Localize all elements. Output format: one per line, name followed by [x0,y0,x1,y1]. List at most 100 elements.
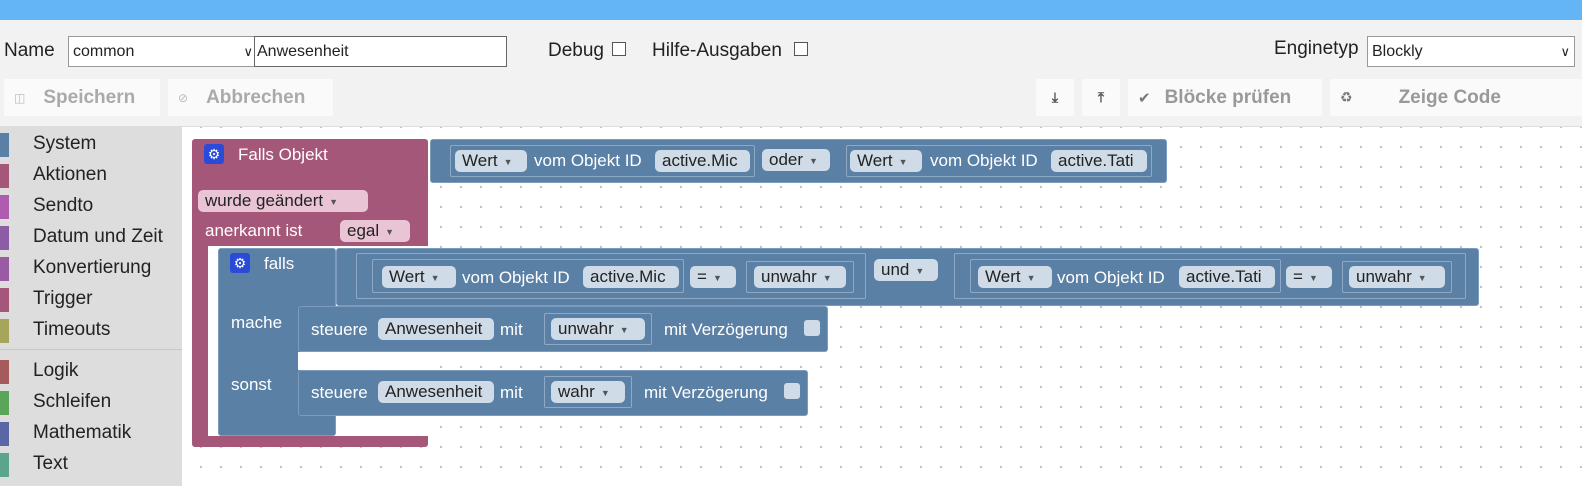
engine-type-select[interactable]: Blockly ∨ [1367,36,1575,67]
name-label: Name [4,40,55,61]
sidebar-item-label: Text [33,453,68,474]
chevron-down-icon: ∨ [1560,43,1570,59]
help-output-checkbox[interactable] [794,42,808,56]
cancel-button[interactable]: ⊘ Abbrechen [168,79,333,116]
compare-op-value: = [697,267,707,286]
cancel-icon: ⊘ [178,90,189,105]
logic-op-dropdown[interactable]: oder ▼ [762,149,830,171]
bool-value: unwahr [1356,267,1412,286]
logic-op-value: und [881,260,910,279]
bool-value: unwahr [761,267,817,286]
show-code-button[interactable]: ♻ Zeige Code [1330,79,1582,116]
trigger-block-title: Falls Objekt [238,145,328,164]
category-color-swatch [0,360,9,384]
sidebar-item-label: Trigger [33,288,93,309]
attr-dropdown[interactable]: Wert ▼ [978,266,1052,288]
delay-label: mit Verzögerung [644,383,768,402]
trigger-change-dropdown[interactable]: wurde geändert ▼ [198,190,368,212]
sidebar-item-system[interactable]: System [0,131,182,159]
bool-dropdown[interactable]: unwahr ▼ [551,318,645,340]
engine-type-label: Enginetyp [1274,38,1359,59]
sidebar-item-konvertierung[interactable]: Konvertierung [0,255,182,283]
sidebar-item-label: Schleifen [33,391,112,412]
category-color-swatch [0,453,9,477]
dropdown-arrow-icon: ▼ [822,272,832,283]
if-else-block-gap [298,352,336,370]
bool-dropdown[interactable]: wahr ▼ [551,381,625,403]
sidebar-item-label: Aktionen [33,164,107,185]
import-button[interactable]: ⤒ [1082,79,1120,116]
object-id-label: vom Objekt ID [534,151,642,170]
sidebar-item-aktionen[interactable]: Aktionen [0,162,182,190]
attr-dropdown[interactable]: Wert ▼ [382,266,456,288]
compare-op-dropdown[interactable]: = ▼ [690,266,736,288]
trigger-change-value: wurde geändert [205,191,324,210]
logic-op-dropdown[interactable]: und ▼ [874,259,938,281]
if-label: falls [264,254,295,273]
delay-checkbox[interactable] [804,320,820,336]
object-id-label: vom Objekt ID [930,151,1038,170]
sidebar-item-label: System [33,133,97,154]
script-name-input[interactable]: Anwesenheit [254,36,507,67]
category-color-swatch [0,288,9,312]
control-label: steuere [311,320,368,339]
sidebar-item-logik[interactable]: Logik [0,358,182,386]
compare-op-dropdown[interactable]: = ▼ [1286,266,1332,288]
gear-icon[interactable]: ⚙ [204,144,224,164]
delay-checkbox[interactable] [784,383,800,399]
target-object-field[interactable]: Anwesenheit [378,381,494,403]
dropdown-arrow-icon: ▼ [915,265,925,276]
script-name-value: Anwesenheit [257,42,349,60]
gear-icon[interactable]: ⚙ [230,253,250,273]
ack-dropdown[interactable]: egal ▼ [340,220,410,242]
attr-value: Wert [462,151,498,170]
object-id-value: active.Mic [590,267,666,286]
cancel-button-label: Abbrechen [206,86,306,108]
export-button[interactable]: ⤓ [1036,79,1074,116]
sidebar-item-timeouts[interactable]: Timeouts [0,317,182,345]
bool-dropdown[interactable]: unwahr ▼ [754,266,846,288]
dropdown-arrow-icon: ▼ [898,156,908,167]
sidebar-item-trigger[interactable]: Trigger [0,286,182,314]
dropdown-arrow-icon: ▼ [1417,272,1427,283]
sidebar-item-label: Konvertierung [33,257,152,278]
attr-dropdown[interactable]: Wert ▼ [455,150,527,172]
sidebar-item-label: Sendto [33,195,94,216]
sidebar-item-schleifen[interactable]: Schleifen [0,389,182,417]
sidebar-item-label: Logik [33,360,79,381]
show-code-label: Zeige Code [1398,86,1501,108]
debug-label: Debug [548,40,604,61]
instance-select[interactable]: common ∨ [68,36,258,67]
sidebar-item-datum-und-zeit[interactable]: Datum und Zeit [0,224,182,252]
object-id-field[interactable]: active.Tati [1051,150,1147,172]
dropdown-arrow-icon: ▼ [503,156,513,167]
save-button[interactable]: ◫ Speichern [4,79,160,116]
instance-select-value: common [73,42,135,60]
with-label: mit [500,383,523,402]
attr-dropdown[interactable]: Wert ▼ [850,150,922,172]
code-icon: ♻ [1340,89,1353,105]
sidebar-item-label: Datum und Zeit [33,226,163,247]
debug-checkbox[interactable] [612,42,626,56]
check-blocks-button[interactable]: ✔ Blöcke prüfen [1128,79,1322,116]
bool-dropdown[interactable]: unwahr ▼ [1349,266,1445,288]
sidebar-item-label: Timeouts [33,319,111,340]
control-label: steuere [311,383,368,402]
sidebar-item-sendto[interactable]: Sendto [0,193,182,221]
object-id-field[interactable]: active.Mic [655,150,750,172]
dropdown-arrow-icon: ▼ [619,324,629,335]
with-label: mit [500,320,523,339]
object-id-field[interactable]: active.Tati [1179,266,1275,288]
logic-op-value: oder [769,150,804,169]
category-color-swatch [0,226,9,250]
sidebar-item-mathematik[interactable]: Mathematik [0,420,182,448]
engine-type-value: Blockly [1372,42,1423,60]
dropdown-arrow-icon: ▼ [1026,272,1036,283]
save-icon: ◫ [14,90,26,105]
attr-value: Wert [985,267,1021,286]
save-button-label: Speichern [43,86,136,108]
object-id-field[interactable]: active.Mic [583,266,679,288]
sidebar-item-text[interactable]: Text [0,451,182,479]
target-object-field[interactable]: Anwesenheit [378,318,494,340]
dropdown-arrow-icon: ▼ [809,155,818,166]
